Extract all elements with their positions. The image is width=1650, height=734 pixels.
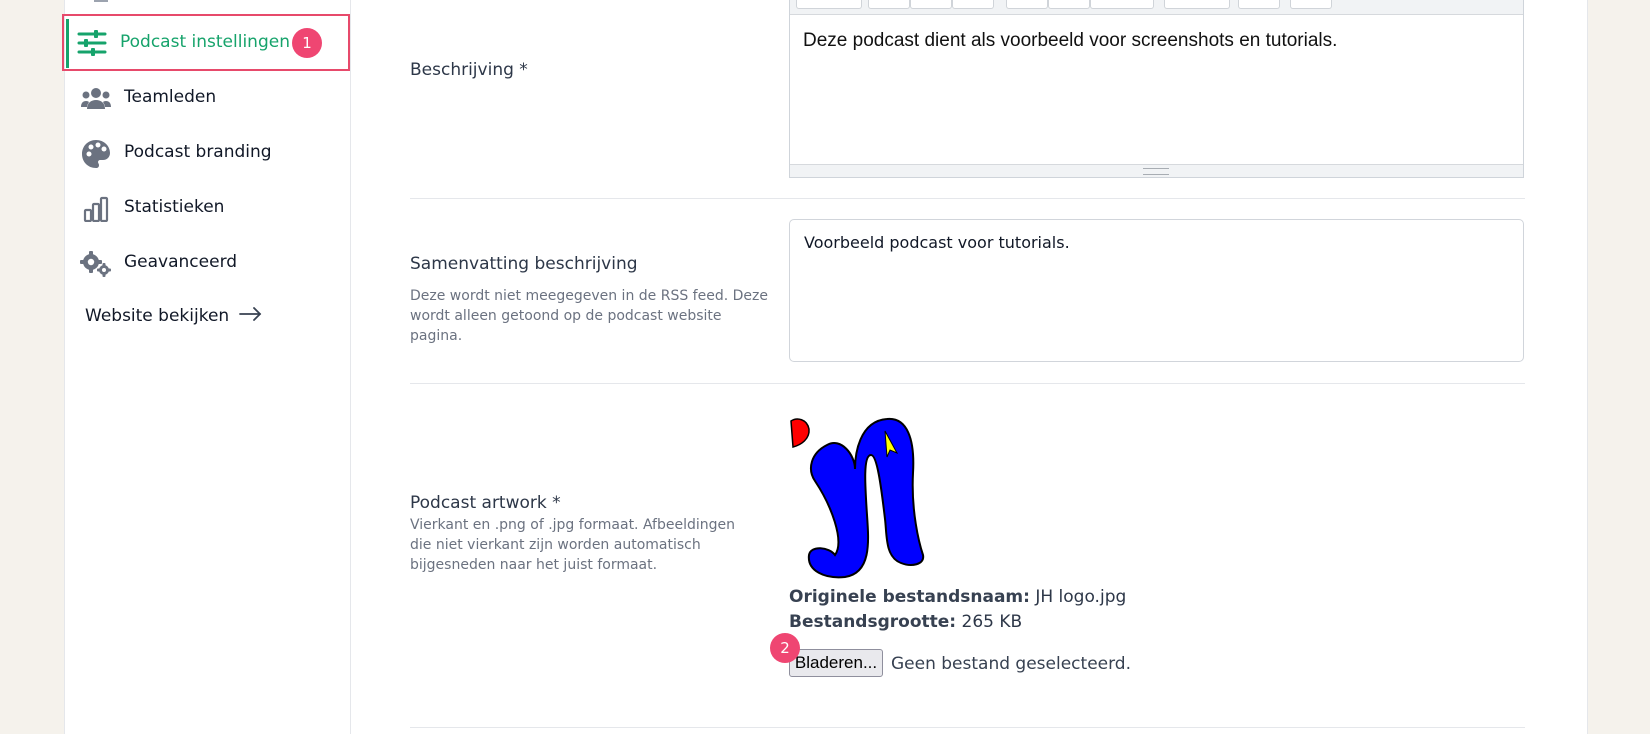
toolbar-button[interactable] bbox=[952, 0, 994, 9]
step-badge: 2 bbox=[770, 633, 800, 663]
website-link[interactable]: Website bekijken bbox=[85, 306, 263, 326]
users-icon bbox=[80, 83, 112, 115]
section-divider bbox=[410, 727, 1525, 728]
sidebar-item-statistieken[interactable]: Statistieken bbox=[64, 181, 350, 236]
artwork-preview-image bbox=[789, 415, 929, 580]
gears-icon bbox=[80, 248, 112, 280]
summary-hint: Deze wordt niet meegegeven in de RSS fee… bbox=[410, 288, 768, 344]
sidebar-item-podcast-instellingen[interactable]: Podcast instellingen 1 bbox=[62, 14, 350, 71]
summary-textarea[interactable]: Voorbeeld podcast voor tutorials. bbox=[789, 219, 1524, 362]
sidebar-item-label: Geavanceerd bbox=[124, 252, 238, 272]
description-label: Beschrijving * bbox=[410, 60, 528, 80]
resize-grip-icon bbox=[1143, 168, 1169, 175]
file-size-value: 265 KB bbox=[961, 612, 1023, 632]
browse-file-button[interactable]: Bladeren... bbox=[789, 649, 883, 677]
description-editor[interactable]: Deze podcast dient als voorbeeld voor sc… bbox=[789, 0, 1524, 178]
sidebar-item-label: Statistieken bbox=[124, 197, 225, 217]
toolbar-button[interactable] bbox=[796, 0, 862, 9]
palette-icon bbox=[80, 138, 112, 170]
original-filename-label: Originele bestandsnaam: bbox=[789, 587, 1030, 607]
sidebar-item-label: Podcast instellingen bbox=[120, 32, 290, 52]
arrow-right-icon bbox=[239, 306, 263, 326]
step-badge: 1 bbox=[292, 28, 322, 58]
toolbar-button[interactable] bbox=[910, 0, 952, 9]
summary-label: Samenvatting beschrijving bbox=[410, 254, 638, 274]
sidebar-item-teamleden[interactable]: Teamleden bbox=[64, 71, 350, 126]
section-divider bbox=[410, 198, 1525, 199]
original-filename: Originele bestandsnaam: JH logo.jpg bbox=[789, 587, 1126, 607]
toolbar-button[interactable] bbox=[1090, 0, 1154, 9]
section-divider bbox=[410, 383, 1525, 384]
editor-toolbar bbox=[790, 0, 1523, 15]
toolbar-button[interactable] bbox=[868, 0, 910, 9]
file-status-text: Geen bestand geselecteerd. bbox=[891, 654, 1131, 674]
sliders-icon bbox=[76, 27, 108, 59]
artwork-hint: Vierkant en .png of .jpg formaat. Afbeel… bbox=[410, 517, 735, 573]
sidebar-item-label: Podcast branding bbox=[124, 142, 272, 162]
sidebar-nav: Podcast instellingen 1 Teamleden Podcast… bbox=[62, 0, 351, 734]
toolbar-button[interactable] bbox=[1290, 0, 1332, 9]
summary-textarea-value: Voorbeeld podcast voor tutorials. bbox=[804, 233, 1070, 252]
sidebar-item-podcast-branding[interactable]: Podcast branding bbox=[64, 126, 350, 181]
toolbar-button[interactable] bbox=[1238, 0, 1280, 9]
file-size-label: Bestandsgrootte: bbox=[789, 612, 957, 632]
sidebar-item-label: Teamleden bbox=[124, 87, 217, 107]
original-filename-value: JH logo.jpg bbox=[1035, 587, 1127, 607]
description-editor-text[interactable]: Deze podcast dient als voorbeeld voor sc… bbox=[803, 30, 1337, 52]
sidebar-item-geavanceerd[interactable]: Geavanceerd bbox=[64, 236, 350, 291]
toolbar-button[interactable] bbox=[1164, 0, 1230, 9]
sidebar-top-divider bbox=[94, 0, 108, 2]
editor-resize-handle[interactable] bbox=[790, 164, 1523, 177]
website-link-label: Website bekijken bbox=[85, 306, 230, 326]
active-indicator bbox=[66, 19, 69, 68]
toolbar-button[interactable] bbox=[1006, 0, 1048, 9]
file-size: Bestandsgrootte: 265 KB bbox=[789, 612, 1022, 632]
toolbar-button[interactable] bbox=[1048, 0, 1090, 9]
bar-chart-icon bbox=[80, 193, 112, 225]
artwork-label: Podcast artwork * bbox=[410, 493, 561, 513]
